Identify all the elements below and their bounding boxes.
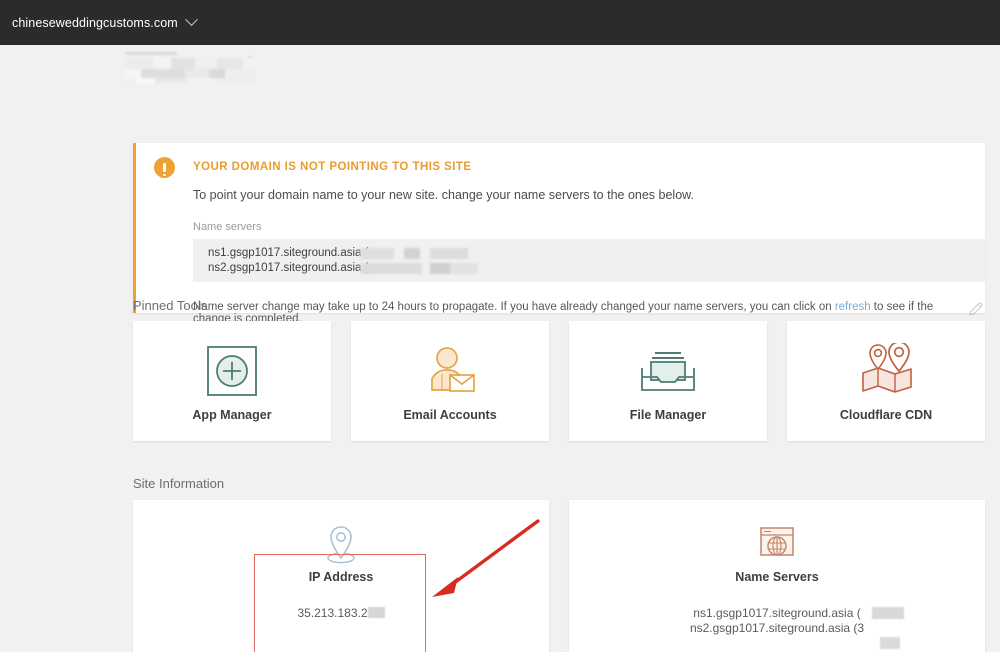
file-manager-icon [637,340,699,402]
pinned-tool-label: App Manager [192,408,272,422]
domain-warning-banner: YOUR DOMAIN IS NOT POINTING TO THIS SITE… [133,143,985,325]
exclamation-circle-icon [154,157,175,178]
banner-title: YOUR DOMAIN IS NOT POINTING TO THIS SITE [193,161,472,173]
name-servers-value: ns1.gsgp1017.siteground.asia ( ns2.gsgp1… [689,606,904,649]
pinned-tool-label: File Manager [629,408,707,422]
site-info-label: IP Address [308,570,374,584]
chevron-down-icon[interactable] [184,13,198,27]
refresh-link[interactable]: refresh [835,301,871,313]
top-bar: chineseweddingcustoms.com [0,0,1000,45]
site-info-card-name-servers[interactable]: Name Servers ns1.gsgp1017.siteground.asi… [569,500,985,652]
banner-note-before: Name server change may take up to 24 hou… [193,301,835,313]
redacted-mask-2 [360,262,478,274]
name-servers-value-line-2: ns2.gsgp1017.siteground.asia (3 [689,621,900,649]
cloudflare-cdn-icon [853,340,919,402]
name-server-text-2: ns2.gsgp1017.siteground.asia ( [208,261,369,274]
name-servers-text-2: ns2.gsgp1017.siteground.asia (3 [689,621,865,635]
red-arrow-icon [432,519,540,597]
pinned-tool-card-cloudflare-cdn[interactable]: Cloudflare CDN [787,321,985,441]
pinned-tool-label: Email Accounts [403,408,497,422]
email-accounts-icon [421,340,479,402]
redacted-mask-3 [871,607,904,619]
name-servers-box: ns1.gsgp1017.siteground.asia ( ns2.gsgp1… [193,239,985,282]
name-servers-value-line-1: ns1.gsgp1017.siteground.asia ( [690,606,904,621]
name-server-row-1: ns1.gsgp1017.siteground.asia ( [208,246,985,261]
redacted-ip-octet [367,607,385,618]
site-info-label: Name Servers [735,570,819,584]
page-body: YOUR DOMAIN IS NOT POINTING TO THIS SITE… [0,45,1000,652]
redacted-mask-1 [360,248,468,259]
pinned-tools-grid: App Manager Email Accounts File Manager … [133,321,985,441]
name-server-row-2: ns2.gsgp1017.siteground.asia ( [208,261,985,276]
pinned-tool-label: Cloudflare CDN [839,408,933,422]
ip-address-value: 35.213.183.2 [297,606,368,620]
pinned-tools-heading: Pinned Tools [133,298,208,313]
name-servers-label: Name servers [193,221,262,233]
domain-switcher[interactable]: chineseweddingcustoms.com [0,13,198,30]
blurred-dot [248,55,252,59]
ip-address-value-row: 35.213.183.2 [297,606,385,621]
location-pin-icon [320,520,362,568]
app-manager-icon [203,340,261,402]
name-server-text-1: ns1.gsgp1017.siteground.asia ( [208,247,369,259]
pinned-tool-card-file-manager[interactable]: File Manager [569,321,767,441]
blurred-site-title [125,50,255,83]
site-information-heading: Site Information [133,476,225,491]
pinned-tool-card-app-manager[interactable]: App Manager [133,321,331,441]
site-information-grid: IP Address 35.213.183.2 Name Servers ns1… [133,500,985,652]
banner-subtitle: To point your domain name to your new si… [193,188,694,202]
domain-name-label: chineseweddingcustoms.com [12,15,178,30]
globe-browser-icon [756,520,798,568]
pencil-icon[interactable] [967,300,985,318]
page-root: chineseweddingcustoms.com YOUR DOMAIN IS… [0,0,1000,652]
name-servers-text-1: ns1.gsgp1017.siteground.asia ( [693,606,861,620]
redacted-mask-4 [879,637,900,649]
pinned-tool-card-email-accounts[interactable]: Email Accounts [351,321,549,441]
